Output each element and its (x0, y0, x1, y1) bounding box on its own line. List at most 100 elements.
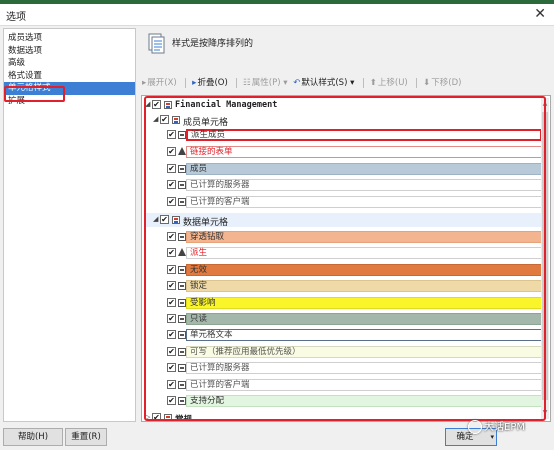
style-row[interactable]: ✔ 受影响 (142, 296, 542, 310)
arrow-up-icon: ⬆ (369, 78, 377, 88)
style-row[interactable]: ✔ 只读 (142, 312, 542, 326)
tree-node-label: 成员单元格 (183, 118, 229, 128)
title-bar: 选项 ✕ (0, 4, 554, 26)
style-row[interactable]: ✔ 已计算的客户端 (142, 378, 542, 392)
default-style-button[interactable]: ↶默认样式(S) ▾ (293, 76, 354, 88)
style-checkbox[interactable]: ✔ (167, 297, 176, 307)
style-row[interactable]: ✔ 锁定 (142, 279, 542, 293)
style-checkbox[interactable]: ✔ (167, 363, 176, 373)
sidebar-item-advanced[interactable]: 高级 (4, 57, 135, 70)
scroll-down-icon[interactable]: ▼ (541, 409, 549, 417)
style-swatch[interactable]: 派生 (186, 247, 542, 260)
collapse-button[interactable]: ▸折叠(O) (192, 76, 228, 88)
style-checkbox[interactable]: ✔ (167, 232, 176, 241)
style-checkbox[interactable]: ✔ (167, 264, 176, 274)
style-swatch[interactable]: 可写（推荐应用最低优先级） (186, 345, 542, 358)
style-swatch[interactable]: 派生成员 (186, 129, 542, 141)
help-button[interactable]: 帮助(H) (3, 428, 63, 446)
style-row[interactable]: ✔ 派生成员 (142, 128, 542, 142)
group-checkbox[interactable]: ✔ (160, 115, 169, 124)
properties-icon: ☷ (243, 78, 251, 88)
expand-collapse-arrow[interactable]: ◢ (153, 115, 158, 123)
style-row[interactable]: ✔ 支持分配 (142, 394, 542, 408)
style-row[interactable]: ✔ 已计算的客户端 (142, 195, 542, 209)
warning-triangle-icon (178, 146, 186, 155)
style-checkbox[interactable]: ✔ (167, 281, 176, 291)
style-row[interactable]: ✔ 链接的表单 (142, 145, 542, 159)
tree-node-member-cells[interactable]: ◢ ✔ 成员单元格 (142, 113, 542, 128)
toolbar-divider (363, 77, 365, 88)
cell-style-icon (178, 282, 186, 291)
move-up-button[interactable]: ⬆上移(U) (370, 76, 408, 88)
expand-collapse-arrow[interactable]: ▷ (145, 413, 150, 421)
toolbar-divider (236, 77, 238, 88)
scroll-up-icon[interactable]: ▲ (541, 100, 549, 108)
tree-node-label: 常规 (175, 415, 193, 422)
style-checkbox[interactable]: ✔ (167, 346, 176, 356)
style-swatch[interactable]: 穿透钻取 (186, 231, 542, 243)
style-swatch[interactable]: 成员 (186, 162, 542, 175)
style-checkbox[interactable]: ✔ (167, 396, 176, 405)
style-checkbox[interactable]: ✔ (167, 130, 176, 139)
style-row[interactable]: ✔ 单元格文本 (142, 328, 542, 342)
style-swatch[interactable]: 已计算的服务器 (186, 179, 542, 192)
cell-style-icon (178, 198, 186, 207)
sidebar-item-data-options[interactable]: 数据选项 (4, 45, 135, 58)
group-checkbox[interactable]: ✔ (152, 413, 161, 421)
cell-style-icon (178, 233, 186, 241)
style-swatch[interactable]: 单元格文本 (186, 329, 542, 342)
arrow-down-icon: ⬇ (423, 78, 431, 88)
close-icon[interactable]: ✕ (534, 6, 546, 22)
style-checkbox[interactable]: ✔ (167, 163, 176, 173)
style-checkbox[interactable]: ✔ (167, 180, 176, 190)
style-checkbox[interactable]: ✔ (167, 197, 176, 207)
style-row[interactable]: ✔ 派生 (142, 246, 542, 260)
style-checkbox[interactable]: ✔ (167, 314, 176, 323)
style-row[interactable]: ✔ 成员 (142, 162, 542, 176)
reset-button[interactable]: 重置(R) (65, 428, 107, 446)
root-checkbox[interactable]: ✔ (152, 100, 161, 109)
cell-style-icon (178, 331, 186, 340)
style-swatch[interactable]: 链接的表单 (186, 145, 542, 158)
style-group-icon (164, 101, 172, 109)
style-row[interactable]: ✔ 已计算的服务器 (142, 361, 542, 375)
undo-icon: ↶ (293, 78, 301, 88)
cell-style-icon (178, 265, 186, 274)
group-checkbox[interactable]: ✔ (160, 215, 169, 224)
style-swatch[interactable]: 只读 (186, 313, 542, 325)
sidebar-item-formatting[interactable]: 格式设置 (4, 70, 135, 83)
move-down-button[interactable]: ⬇下移(D) (423, 76, 461, 88)
tree-node-financial-management[interactable]: ◢ ✔ Financial Management (142, 98, 542, 112)
style-swatch[interactable]: 已计算的服务器 (186, 362, 542, 375)
cell-style-tree[interactable]: ◢ ✔ Financial Management ◢ ✔ 成员单元格 ✔ 派生成员… (141, 95, 551, 422)
cell-style-icon (178, 364, 186, 373)
style-row[interactable]: ✔ 无效 (142, 263, 542, 277)
properties-button[interactable]: ☷属性(P) ▾ (243, 76, 287, 88)
style-swatch[interactable]: 已计算的客户端 (186, 378, 542, 391)
toolbar-divider (416, 77, 418, 88)
collapse-icon: ▸ (192, 78, 197, 88)
style-swatch[interactable]: 锁定 (186, 280, 542, 293)
cell-style-icon (178, 397, 186, 405)
expand-collapse-arrow[interactable]: ◢ (145, 100, 150, 108)
style-row[interactable]: ✔ 已计算的服务器 (142, 178, 542, 192)
style-checkbox[interactable]: ✔ (167, 248, 176, 258)
sidebar-item-member-options[interactable]: 成员选项 (4, 32, 135, 45)
style-swatch[interactable]: 无效 (186, 263, 542, 276)
style-checkbox[interactable]: ✔ (167, 330, 176, 340)
style-swatch[interactable]: 支持分配 (186, 395, 542, 407)
cell-style-toolbar: ▸展开(X) ▸折叠(O) ☷属性(P) ▾ ↶默认样式(S) ▾ ⬆上移(U)… (142, 76, 464, 90)
style-checkbox[interactable]: ✔ (167, 379, 176, 389)
style-row[interactable]: ✔ 可写（推荐应用最低优先级） (142, 345, 542, 359)
expand-collapse-arrow[interactable]: ◢ (153, 215, 158, 223)
style-swatch[interactable]: 受影响 (186, 296, 542, 309)
cell-style-icon (178, 347, 186, 356)
scrollbar-thumb[interactable] (542, 112, 548, 400)
style-row[interactable]: ✔ 穿透钻取 (142, 230, 542, 244)
style-checkbox[interactable]: ✔ (167, 146, 176, 156)
tree-scrollbar[interactable]: ▲ ▼ (541, 98, 549, 419)
style-swatch[interactable]: 已计算的客户端 (186, 196, 542, 209)
style-group-icon (164, 414, 172, 421)
expand-button[interactable]: ▸展开(X) (142, 76, 177, 88)
tree-node-data-cells[interactable]: ◢ ✔ 数据单元格 (142, 213, 542, 228)
